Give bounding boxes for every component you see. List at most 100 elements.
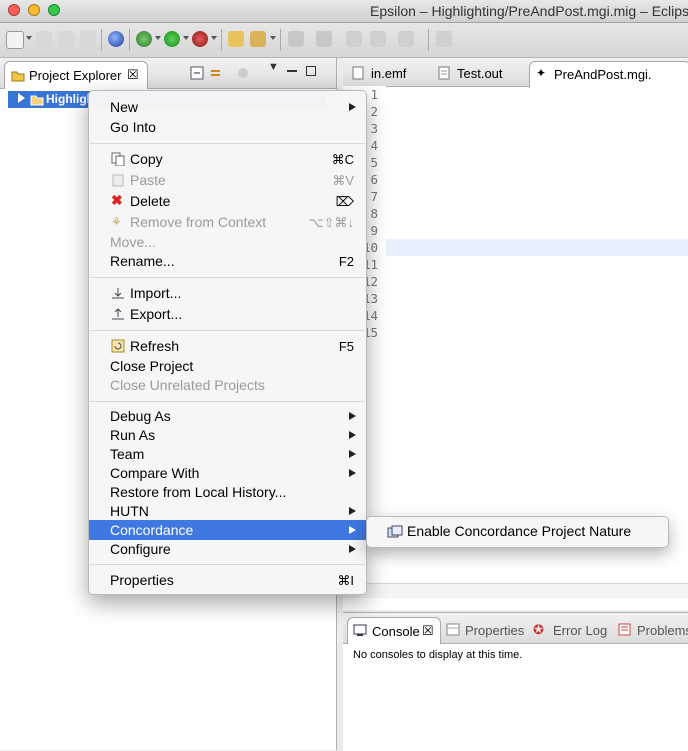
- forward-icon[interactable]: [398, 31, 414, 47]
- line-number: 3: [370, 121, 378, 136]
- line-number: 4: [370, 138, 378, 153]
- menu-separator: [90, 564, 365, 565]
- new-file-icon[interactable]: [6, 31, 24, 49]
- console-tab-bar: Console ☒ Properties ✪ Error Log Problem…: [343, 613, 688, 644]
- menu-item-label: Delete: [130, 193, 171, 209]
- menu-item-run-as[interactable]: Run As: [89, 425, 366, 445]
- toolbar-separator: [129, 29, 130, 51]
- close-icon[interactable]: ☒: [422, 623, 434, 639]
- tab-test-out[interactable]: Test.out: [433, 62, 529, 86]
- menu-item-move[interactable]: Move...: [89, 232, 366, 252]
- tab-in-emf[interactable]: in.emf: [347, 62, 433, 86]
- new-dropdown-icon[interactable]: [26, 36, 32, 40]
- tab-properties[interactable]: Properties: [441, 617, 529, 643]
- shortcut-label: ⌥⇧⌘↓: [308, 215, 354, 230]
- menu-item-restore-from-local-history[interactable]: Restore from Local History...: [89, 482, 366, 502]
- menu-item-label: Remove from Context: [130, 214, 267, 230]
- collapse-all-icon[interactable]: [190, 66, 204, 80]
- main-toolbar: [0, 23, 688, 58]
- tab-label: Console: [372, 624, 420, 639]
- menu-item-label: Export...: [130, 306, 183, 322]
- submenu-arrow-icon: [349, 469, 356, 477]
- tree-item-label: Highligh: [46, 92, 94, 106]
- menu-item-new[interactable]: New: [89, 97, 366, 117]
- menu-item-refresh[interactable]: Refresh F5: [89, 336, 366, 356]
- next-annotation-icon[interactable]: [288, 31, 304, 47]
- tab-problems[interactable]: Problems: [613, 617, 688, 643]
- zoom-window-button[interactable]: [48, 4, 60, 16]
- previous-annotation-icon[interactable]: [316, 31, 332, 47]
- tab-preandpost-mgi[interactable]: ✦ PreAndPost.mgi.: [529, 61, 688, 88]
- run-icon[interactable]: [164, 31, 180, 47]
- link-with-editor-icon[interactable]: [209, 66, 223, 80]
- menu-item-export[interactable]: Export...: [89, 304, 366, 324]
- expand-arrow-icon[interactable]: [18, 93, 25, 103]
- menu-item-label: Debug As: [110, 408, 171, 424]
- pin-icon[interactable]: [436, 31, 452, 47]
- file-icon: [352, 66, 364, 80]
- menu-item-close-unrelated-projects[interactable]: Close Unrelated Projects: [89, 375, 366, 395]
- external-tools-dropdown-icon[interactable]: [211, 36, 217, 40]
- submenu-arrow-icon: [349, 103, 356, 111]
- line-number: 7: [370, 189, 378, 204]
- navigate-back-icon[interactable]: [370, 31, 386, 47]
- menu-item-team[interactable]: Team: [89, 444, 366, 464]
- menu-item-remove-from-context[interactable]: ⚘ Remove from Context ⌥⇧⌘↓: [89, 212, 366, 232]
- view-menu-icon[interactable]: ▼: [268, 61, 279, 73]
- console-message: No consoles to display at this time.: [353, 649, 523, 661]
- print-icon[interactable]: [80, 31, 96, 47]
- editor-horizontal-scrollbar[interactable]: [343, 583, 688, 598]
- shortcut-label: ⌘V: [332, 173, 354, 188]
- edit-dropdown-icon[interactable]: [270, 36, 276, 40]
- menu-item-go-into[interactable]: Go Into: [89, 117, 366, 137]
- debug-icon[interactable]: [136, 31, 152, 47]
- close-window-button[interactable]: [8, 4, 20, 16]
- edit-icon[interactable]: [250, 31, 266, 47]
- minimize-window-button[interactable]: [28, 4, 40, 16]
- menu-item-rename[interactable]: Rename... F2: [89, 251, 366, 271]
- menu-item-enable-concordance-project-nature[interactable]: Enable Concordance Project Nature: [367, 517, 668, 547]
- shortcut-label: ⌦: [335, 194, 354, 209]
- menu-item-properties[interactable]: Properties ⌘I: [89, 570, 366, 590]
- menu-separator: [90, 143, 365, 144]
- editor-tab-bar: in.emf Test.out ✦ PreAndPost.mgi.: [343, 58, 688, 88]
- close-icon[interactable]: ☒: [127, 67, 139, 83]
- menu-item-label: Enable Concordance Project Nature: [407, 523, 632, 539]
- globe-icon[interactable]: [108, 31, 124, 47]
- external-tools-icon[interactable]: [192, 31, 208, 47]
- menu-item-configure[interactable]: Configure: [89, 539, 366, 559]
- back-icon[interactable]: [346, 31, 362, 47]
- save-all-icon[interactable]: [58, 31, 74, 47]
- debug-dropdown-icon[interactable]: [155, 36, 161, 40]
- menu-item-label: Close Unrelated Projects: [110, 377, 265, 393]
- toolbar-separator: [428, 29, 429, 51]
- menu-item-concordance[interactable]: Concordance: [89, 520, 366, 540]
- menu-item-close-project[interactable]: Close Project: [89, 356, 366, 376]
- tab-label: Problems: [637, 623, 688, 638]
- menu-separator: [90, 277, 365, 278]
- menu-item-compare-with[interactable]: Compare With: [89, 463, 366, 483]
- tab-console[interactable]: Console ☒: [347, 617, 441, 644]
- line-number: 1: [370, 87, 378, 102]
- menu-item-import[interactable]: Import...: [89, 283, 366, 303]
- menu-item-label: Restore from Local History...: [110, 484, 287, 500]
- menu-item-copy[interactable]: Copy ⌘C: [89, 149, 366, 169]
- minimize-view-icon[interactable]: [287, 70, 297, 72]
- console-view: Console ☒ Properties ✪ Error Log Problem…: [343, 612, 688, 751]
- menu-item-debug-as[interactable]: Debug As: [89, 406, 366, 426]
- open-folder-icon[interactable]: [228, 31, 244, 47]
- tab-error-log[interactable]: ✪ Error Log: [529, 617, 613, 643]
- menu-item-hutn[interactable]: HUTN: [89, 501, 366, 521]
- menu-item-label: Concordance: [110, 522, 194, 538]
- menu-item-delete[interactable]: ✖ Delete ⌦: [89, 191, 366, 211]
- save-icon[interactable]: [36, 31, 52, 47]
- focus-task-icon[interactable]: [236, 66, 250, 80]
- tab-project-explorer[interactable]: Project Explorer ☒: [4, 61, 148, 89]
- remove-context-icon: ⚘: [111, 215, 122, 229]
- run-dropdown-icon[interactable]: [183, 36, 189, 40]
- shortcut-label: ⌘I: [337, 573, 354, 588]
- menu-item-paste[interactable]: Paste ⌘V: [89, 170, 366, 190]
- explorer-tab-label: Project Explorer: [29, 68, 122, 83]
- maximize-view-icon[interactable]: [306, 66, 316, 76]
- error-log-icon: ✪: [533, 622, 544, 637]
